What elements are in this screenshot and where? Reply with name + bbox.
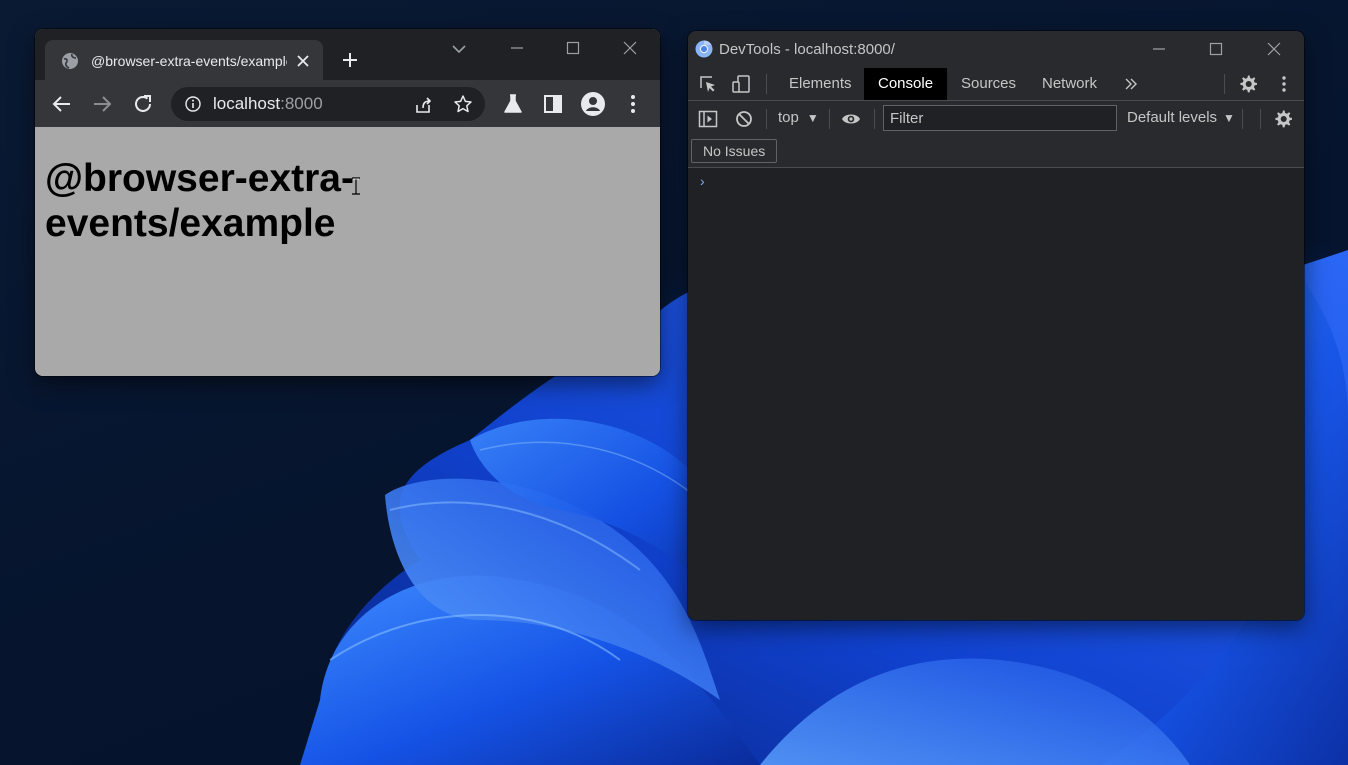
device-toolbar-icon[interactable] — [731, 74, 751, 94]
browser-window[interactable]: @browser-extra-events/example localhost:… — [35, 29, 660, 376]
devtools-window[interactable]: DevTools - localhost:8000/ Elements Cons… — [688, 31, 1304, 620]
chrome-logo-icon — [695, 40, 713, 58]
context-selector[interactable]: top ▼ — [778, 109, 819, 127]
console-filter-input[interactable] — [883, 105, 1117, 131]
live-expression-eye-icon[interactable] — [841, 109, 861, 129]
devtools-title-bar: DevTools - localhost:8000/ — [688, 31, 1304, 68]
log-levels-dropdown[interactable]: Default levels ▼ — [1127, 109, 1235, 127]
minimize-icon[interactable] — [502, 36, 532, 60]
console-prompt-icon[interactable]: › — [700, 174, 705, 188]
log-levels-dropdown-icon: ▼ — [1223, 111, 1235, 125]
share-icon[interactable] — [413, 95, 433, 115]
tab-bar-divider — [766, 74, 767, 94]
log-levels-value: Default levels — [1127, 109, 1218, 126]
console-toolbar: top ▼ Default levels ▼ — [688, 101, 1304, 136]
issues-row: No Issues — [688, 136, 1304, 168]
filter-divider-5 — [1260, 109, 1261, 129]
tab-network[interactable]: Network — [1028, 68, 1111, 100]
address-bar[interactable]: localhost:8000 — [171, 87, 485, 121]
maximize-icon[interactable] — [558, 36, 588, 60]
devtools-kebab-menu-icon[interactable] — [1274, 74, 1294, 94]
filter-divider-3 — [874, 109, 875, 129]
devtools-window-title: DevTools - localhost:8000/ — [719, 41, 895, 58]
back-arrow-icon[interactable] — [50, 92, 74, 116]
settings-gear-icon[interactable] — [1238, 74, 1258, 94]
sidebar-toggle-icon[interactable] — [698, 109, 718, 129]
clear-console-icon[interactable] — [734, 109, 754, 129]
console-output[interactable]: › — [688, 168, 1304, 620]
tab-bar-divider-right — [1224, 74, 1225, 94]
new-tab-icon[interactable] — [341, 51, 359, 69]
devtools-close-icon[interactable] — [1259, 37, 1289, 61]
browser-tab[interactable]: @browser-extra-events/example — [45, 40, 323, 80]
context-dropdown-icon: ▼ — [806, 111, 819, 125]
devtools-maximize-icon[interactable] — [1201, 37, 1231, 61]
browser-toolbar: localhost:8000 — [35, 80, 660, 127]
address-url[interactable]: localhost:8000 — [213, 95, 323, 113]
tab-strip: @browser-extra-events/example — [35, 29, 660, 80]
console-settings-gear-icon[interactable] — [1273, 109, 1293, 129]
kebab-menu-icon[interactable] — [621, 92, 645, 116]
filter-divider-4 — [1242, 109, 1243, 129]
globe-icon — [61, 52, 79, 70]
filter-divider-1 — [766, 109, 767, 129]
site-info-icon[interactable] — [185, 96, 201, 112]
inspect-element-icon[interactable] — [698, 74, 718, 94]
devtools-tab-bar: Elements Console Sources Network — [688, 68, 1304, 101]
text-cursor-icon — [351, 177, 361, 195]
devtools-minimize-icon[interactable] — [1144, 37, 1174, 61]
profile-avatar-icon[interactable] — [581, 92, 605, 116]
page-viewport: @browser-extra-events/example — [35, 127, 660, 376]
page-heading: @browser-extra-events/example — [45, 157, 354, 245]
context-selector-value: top — [778, 109, 799, 126]
tab-sources[interactable]: Sources — [947, 68, 1030, 100]
reload-icon[interactable] — [131, 92, 155, 116]
tab-title: @browser-extra-events/example — [91, 53, 287, 69]
tab-search-chevron-icon[interactable] — [450, 40, 468, 58]
tab-console[interactable]: Console — [864, 68, 948, 100]
issues-button[interactable]: No Issues — [691, 139, 778, 163]
forward-arrow-icon[interactable] — [90, 92, 114, 116]
tab-elements[interactable]: Elements — [775, 68, 866, 100]
side-panel-icon[interactable] — [541, 92, 565, 116]
address-host: localhost — [213, 94, 281, 113]
tab-close-icon[interactable] — [295, 53, 311, 69]
more-tabs-chevron-icon[interactable] — [1121, 74, 1141, 94]
bookmark-star-icon[interactable] — [453, 94, 473, 114]
close-window-icon[interactable] — [615, 36, 645, 60]
filter-divider-2 — [829, 109, 830, 129]
labs-flask-icon[interactable] — [501, 92, 525, 116]
address-port: :8000 — [280, 94, 323, 113]
